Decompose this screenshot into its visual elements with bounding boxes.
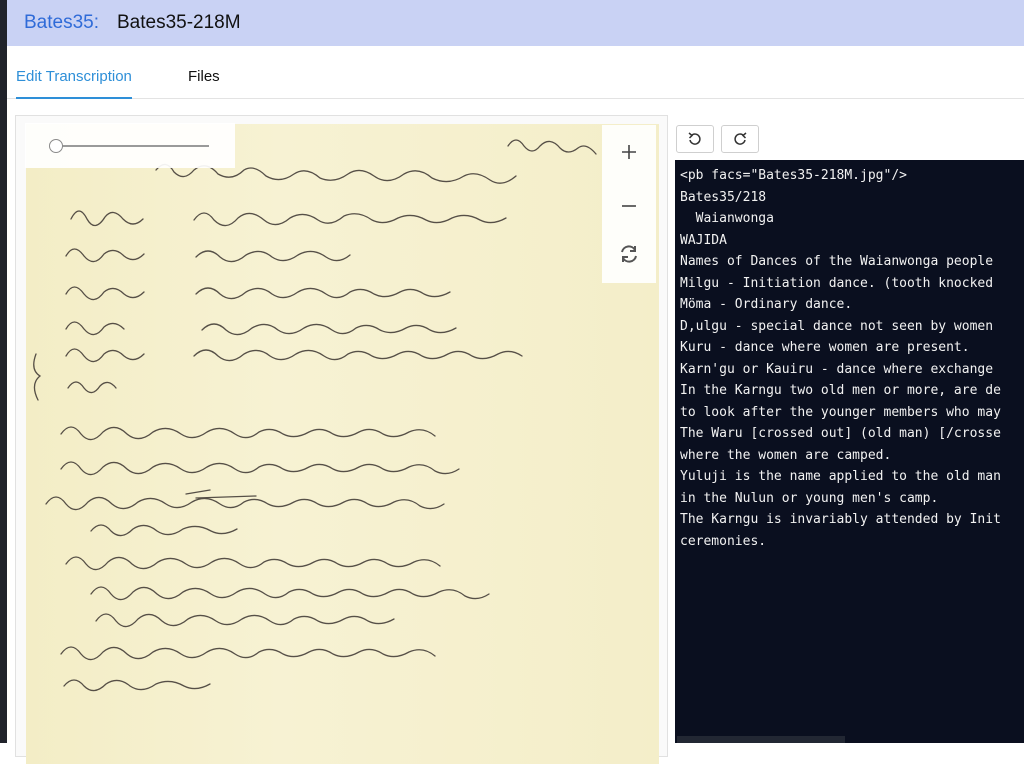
editor-line[interactable]: Kuru - dance where women are present. [675,337,1001,359]
editor-content[interactable]: <pb facs="Bates35-218M.jpg"/> Bates35/218… [675,165,1001,552]
editor-line[interactable]: Names of Dances of the Waianwonga people [675,251,1001,273]
tab-files[interactable]: Files [188,68,220,85]
zoom-slider-track[interactable] [57,145,209,147]
editor-line[interactable]: D,ulgu - special dance not seen by women [675,316,1001,338]
page-header: Bates35: Bates35-218M [7,0,1024,46]
undo-icon [688,132,701,145]
editor-line[interactable]: to look after the younger members who ma… [675,402,1001,424]
editor-line[interactable]: <pb facs="Bates35-218M.jpg"/> [675,165,1001,187]
editor-line[interactable]: Karn'gu or Kauiru - dance where exchange [675,359,1001,381]
editor-line[interactable]: Bates35/218 [675,187,1001,209]
refresh-icon [621,245,637,263]
editor-line[interactable]: The Karngu is invariably attended by Ini… [675,509,1001,531]
editor-line[interactable]: where the women are camped. [675,445,1001,467]
image-viewer[interactable] [15,115,668,764]
minus-icon [622,205,636,207]
editor-line[interactable]: Möma - Ordinary dance. [675,294,1001,316]
tab-edit-transcription[interactable]: Edit Transcription [16,68,132,99]
handwriting-drawing [33,139,597,692]
editor-line[interactable]: WAJIDA [675,230,1001,252]
zoom-slider-panel [25,123,235,168]
redo-button[interactable] [721,125,759,153]
editor-line[interactable]: Waianwonga [675,208,1001,230]
editor-horizontal-scrollbar[interactable] [677,736,845,743]
zoom-out-button[interactable] [602,181,656,231]
tab-bar: Edit Transcription Files [7,46,1024,99]
transcription-editor[interactable]: <pb facs="Bates35-218M.jpg"/> Bates35/218… [675,160,1024,743]
editor-line[interactable]: The Waru [crossed out] (old man) [/cross… [675,423,1001,445]
collection-link[interactable]: Bates35: [24,12,99,34]
zoom-slider-thumb[interactable] [49,139,63,153]
editor-line[interactable]: In the Karngu two old men or more, are d… [675,380,1001,402]
editor-line[interactable]: ceremonies. [675,531,1001,553]
app-sidebar-edge [0,0,7,743]
undo-button[interactable] [676,125,714,153]
editor-line[interactable]: in the Nulun or young men's camp. [675,488,1001,510]
editor-line[interactable]: Milgu - Initiation dance. (tooth knocked [675,273,1001,295]
zoom-in-button[interactable] [602,127,656,177]
editor-line[interactable]: Yuluji is the name applied to the old ma… [675,466,1001,488]
page-title: Bates35-218M [117,12,241,33]
manuscript-image[interactable] [26,124,659,764]
plus-icon [622,145,636,159]
redo-icon [734,132,747,145]
reset-view-button[interactable] [602,229,656,279]
zoom-controls [602,125,656,283]
